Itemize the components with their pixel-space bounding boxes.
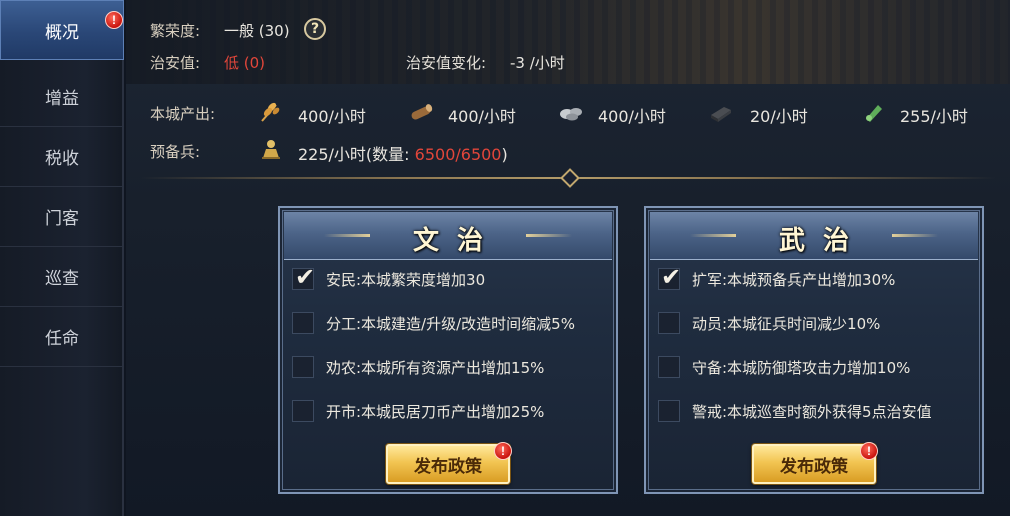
panel-header: 武治 [650, 212, 978, 260]
soldier-icon [262, 140, 280, 159]
reserve-stats: 225/小时(数量: 6500/6500) [298, 141, 508, 165]
sidebar-item-buffs[interactable]: 增益 [0, 67, 124, 127]
policy-checkbox[interactable] [658, 400, 680, 422]
grain-icon [261, 102, 280, 122]
iron-rate: 20/小时 [750, 107, 808, 126]
policy-checkbox[interactable] [292, 312, 314, 334]
policy-text: 分工:本城建造/升级/改造时间缩减5% [326, 315, 575, 333]
policy-text: 安民:本城繁荣度增加30 [326, 271, 486, 289]
policy-option[interactable]: 分工:本城建造/升级/改造时间缩减5% [292, 310, 612, 336]
grain-rate: 400/小时 [298, 107, 366, 126]
policy-text: 开市:本城民居刀币产出增加25% [326, 403, 545, 421]
policy-option[interactable]: 动员:本城征兵时间减少10% [658, 310, 978, 336]
publish-button-label: 发布政策 [780, 456, 848, 477]
stone-rate: 400/小时 [598, 107, 666, 126]
ornament-right-icon [526, 234, 572, 237]
checkmark-icon: ✔ [661, 263, 682, 291]
iron-icon [711, 107, 731, 122]
panel-header: 文治 [284, 212, 612, 260]
publish-policy-button[interactable]: 发布政策 ! [752, 442, 878, 484]
panel-title: 文治 [412, 226, 501, 256]
publish-policy-button[interactable]: 发布政策 ! [386, 442, 512, 484]
ornament-right-icon [892, 234, 938, 237]
policy-text: 扩军:本城预备兵产出增加30% [692, 271, 896, 289]
sidebar-item-label: 增益 [45, 89, 79, 109]
military-policy-panel: 武治 ✔ 扩军:本城预备兵产出增加30% 动员:本城征兵时间减少10% 守备:本… [644, 206, 984, 494]
alert-badge-icon: ! [860, 442, 878, 460]
alert-badge-icon: ! [105, 11, 123, 29]
sidebar-item-appoint[interactable]: 任命 [0, 307, 124, 367]
sidebar-item-label: 门客 [45, 209, 79, 229]
reserve-rate: 225/小时(数量: [298, 145, 415, 164]
alert-badge-icon: ! [494, 442, 512, 460]
sidebar-item-label: 任命 [45, 329, 79, 349]
sidebar-item-retainers[interactable]: 门客 [0, 187, 124, 247]
prosperity-value: 一般 (30) [224, 22, 290, 40]
security-change-value: -3 /小时 [510, 54, 565, 72]
sidebar-item-label: 巡查 [45, 269, 79, 289]
prosperity-label: 繁荣度: [150, 22, 201, 40]
policy-text: 动员:本城征兵时间减少10% [692, 315, 881, 333]
coin-rate: 255/小时 [900, 107, 968, 126]
policy-option[interactable]: 守备:本城防御塔攻击力增加10% [658, 354, 978, 380]
security-label: 治安值: [150, 54, 201, 72]
main-panel: 繁荣度: 一般 (30) ? 治安值: 低 (0) 治安值变化: -3 /小时 … [126, 0, 1010, 516]
policy-text: 劝农:本城所有资源产出增加15% [326, 359, 545, 377]
checkmark-icon: ✔ [295, 263, 316, 291]
policy-text: 警戒:本城巡查时额外获得5点治安值 [692, 403, 932, 421]
sidebar: 概况 ! 增益 税收 门客 巡查 任命 [0, 0, 124, 516]
policy-option[interactable]: 警戒:本城巡查时额外获得5点治安值 [658, 398, 978, 424]
policy-option[interactable]: ✔ 安民:本城繁荣度增加30 [292, 263, 612, 292]
production-label: 本城产出: [150, 105, 216, 123]
coin-icon [866, 105, 882, 122]
policy-checkbox[interactable]: ✔ [292, 263, 315, 291]
policy-text: 守备:本城防御塔攻击力增加10% [692, 359, 911, 377]
sidebar-item-label: 税收 [45, 149, 79, 169]
civil-policy-panel: 文治 ✔ 安民:本城繁荣度增加30 分工:本城建造/升级/改造时间缩减5% 劝农… [278, 206, 618, 494]
sidebar-item-tax[interactable]: 税收 [0, 127, 124, 187]
reserve-count: 6500/6500 [414, 145, 502, 164]
sidebar-item-overview[interactable]: 概况 ! [0, 0, 124, 60]
reserve-close-paren: ) [501, 145, 508, 164]
policy-checkbox[interactable] [292, 356, 314, 378]
policy-checkbox[interactable] [658, 312, 680, 334]
security-value: 低 (0) [224, 54, 266, 72]
publish-button-label: 发布政策 [414, 456, 482, 477]
sidebar-item-label: 概况 [45, 22, 79, 43]
policy-option[interactable]: 劝农:本城所有资源产出增加15% [292, 354, 612, 380]
wood-icon [411, 104, 433, 120]
policy-checkbox[interactable] [658, 356, 680, 378]
policy-option[interactable]: ✔ 扩军:本城预备兵产出增加30% [658, 263, 978, 292]
stone-icon [560, 108, 582, 121]
security-change-label: 治安值变化: [406, 54, 487, 72]
policy-option[interactable]: 开市:本城民居刀币产出增加25% [292, 398, 612, 424]
divider-ornament-icon [560, 168, 580, 188]
panel-title: 武治 [778, 226, 867, 256]
policy-checkbox[interactable] [292, 400, 314, 422]
policy-checkbox[interactable]: ✔ [658, 263, 681, 291]
wood-rate: 400/小时 [448, 107, 516, 126]
reserve-label: 预备兵: [150, 143, 201, 161]
help-icon[interactable]: ? [304, 18, 326, 40]
sidebar-item-patrol[interactable]: 巡查 [0, 247, 124, 307]
